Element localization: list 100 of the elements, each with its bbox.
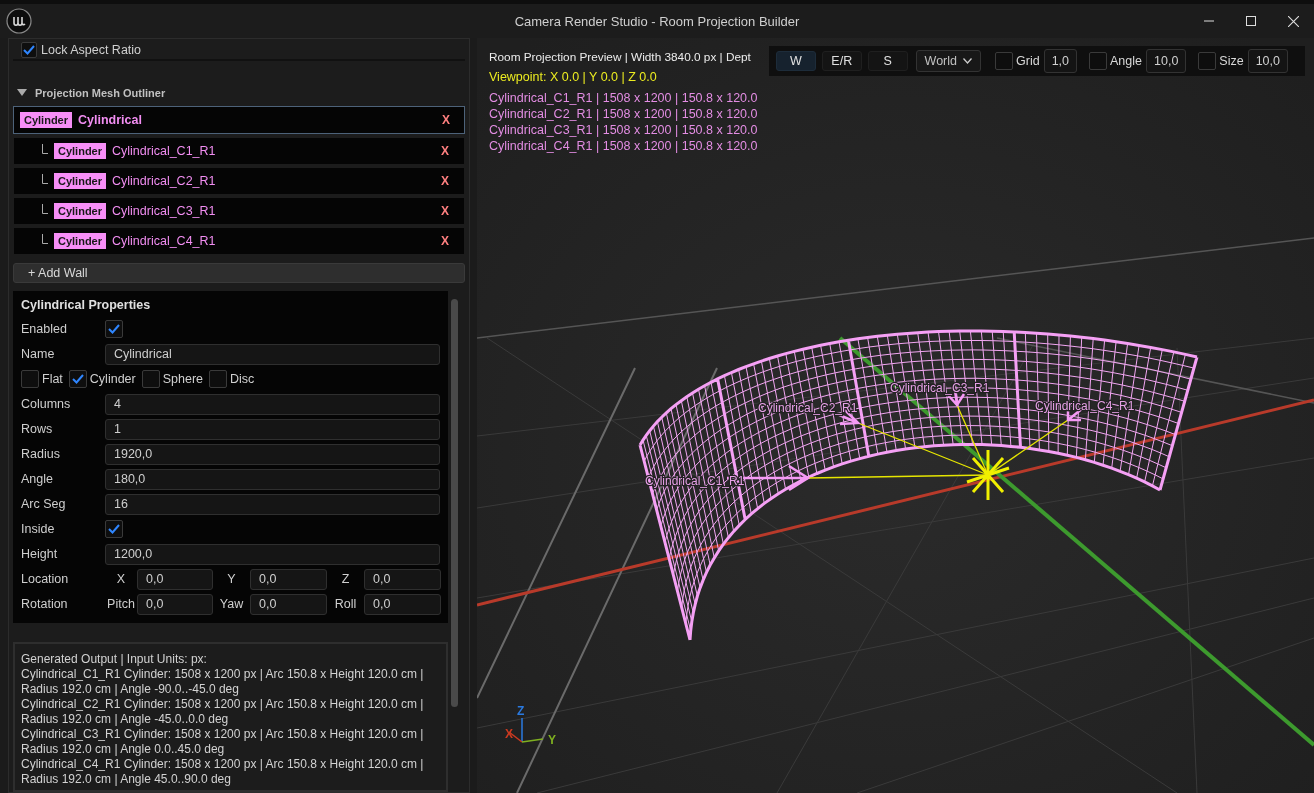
outliner-item[interactable]: Cylinder Cylindrical_C2_R1 X <box>14 167 464 194</box>
mode-button[interactable]: S <box>867 51 908 71</box>
checkbox[interactable] <box>995 52 1013 70</box>
item-name: Cylindrical_C3_R1 <box>112 203 216 218</box>
input-field[interactable]: 0,0 <box>250 593 327 615</box>
property-label: Inside <box>21 522 56 536</box>
tree-branch-icon <box>42 233 48 244</box>
input-field[interactable]: 0,0 <box>250 568 327 590</box>
type-badge: Cylinder <box>54 142 106 159</box>
input-field[interactable]: 1,0 <box>1043 49 1077 73</box>
space-dropdown[interactable]: World <box>915 50 981 72</box>
input-field[interactable]: 1200,0 <box>105 543 440 565</box>
delete-button[interactable]: X <box>442 112 450 127</box>
property-label: Columns <box>21 397 72 411</box>
property-label: Radius <box>21 447 61 461</box>
input-field[interactable]: 180,0 <box>105 468 440 490</box>
input-field[interactable]: 10,0 <box>1146 49 1187 73</box>
checkbox[interactable] <box>209 370 227 388</box>
window-title: Camera Render Studio - Room Projection Builder <box>514 13 800 29</box>
property-label: Enabled <box>21 322 68 336</box>
caret-icon[interactable] <box>17 88 27 97</box>
item-name: Cylindrical_C2_R1 <box>112 173 216 188</box>
output-line: Radius 192.0 cm | Angle 45.0..90.0 deg <box>21 772 232 787</box>
property-label: Angle <box>21 472 54 486</box>
checkbox-label: Cylinder <box>89 372 136 386</box>
input-field[interactable]: 4 <box>105 393 440 415</box>
delete-button[interactable]: X <box>441 143 449 158</box>
property-label: Rotation <box>21 597 69 611</box>
caret-icon <box>963 58 972 64</box>
outliner-item[interactable]: Cylinder Cylindrical_C4_R1 X <box>14 227 464 254</box>
checkbox[interactable] <box>1089 52 1107 70</box>
preview-info: Room Projection Preview | Width 3840.0 px | Dept <box>489 50 751 66</box>
mode-button[interactable]: W <box>776 51 816 71</box>
property-label: Rows <box>21 422 54 436</box>
close-icon[interactable] <box>1288 15 1299 27</box>
input-field[interactable]: 1920,0 <box>105 443 440 465</box>
axis-label: Z <box>517 704 525 718</box>
checkbox[interactable] <box>21 370 39 388</box>
input-field[interactable]: 0,0 <box>137 568 213 590</box>
input-field[interactable]: 0,0 <box>364 593 441 615</box>
input-field[interactable]: 0,0 <box>137 593 213 615</box>
property-label: Name <box>21 347 56 361</box>
logo-icon <box>6 8 32 34</box>
axis-label: Roll <box>333 597 358 611</box>
checkbox-label: Disc <box>230 372 255 386</box>
axis-label: Pitch <box>106 597 136 611</box>
checkbox-label: Flat <box>42 372 63 386</box>
input-field[interactable]: 10,0 <box>1247 49 1288 73</box>
panel-title: Cylindrical Properties <box>21 297 152 314</box>
item-name: Cylindrical_C1_R1 <box>112 143 216 158</box>
add-wall-button[interactable]: + Add Wall <box>13 262 465 283</box>
output-line: Radius 192.0 cm | Angle 0.0..45.0 deg <box>21 742 226 757</box>
checkbox[interactable] <box>1198 52 1217 70</box>
viewpoint-info: Viewpoint: X 0.0 | Y 0.0 | Z 0.0 <box>489 70 657 86</box>
type-badge: Cylinder <box>20 111 72 128</box>
output-line: Radius 192.0 cm | Angle -45.0..0.0 deg <box>21 712 230 727</box>
mesh-info: Cylindrical_C3_R1 | 1508 x 1200 | 150.8 x 120.0 <box>489 122 759 138</box>
section-title: Projection Mesh Outliner <box>35 86 166 99</box>
checkbox[interactable] <box>68 370 87 388</box>
type-badge: Cylinder <box>54 172 106 189</box>
outliner-item[interactable]: Cylinder Cylindrical_C3_R1 X <box>14 197 464 224</box>
delete-button[interactable]: X <box>441 173 449 188</box>
mesh-info: Cylindrical_C2_R1 | 1508 x 1200 | 150.8 x 120.0 <box>489 106 759 122</box>
checkbox-label: Angle <box>1110 54 1142 68</box>
outliner-item[interactable]: Cylinder Cylindrical X <box>13 105 465 134</box>
maximize-icon[interactable] <box>1246 16 1256 26</box>
checkbox-label: Grid <box>1016 54 1040 68</box>
outliner-item[interactable]: Cylinder Cylindrical_C1_R1 X <box>14 137 464 164</box>
output-line: Cylindrical_C2_R1 Cylinder: 1508 x 1200 px | Arc 150.8 x Height 120.0 cm | <box>21 697 425 712</box>
axis-label: X <box>115 572 127 586</box>
output-line: Cylindrical_C4_R1 Cylinder: 1508 x 1200 px | Arc 150.8 x Height 120.0 cm | <box>21 757 425 772</box>
delete-button[interactable]: X <box>441 203 449 218</box>
tree-branch-icon <box>42 203 48 214</box>
checkbox[interactable] <box>105 320 123 338</box>
input-field[interactable]: 16 <box>105 493 440 515</box>
axis-label: Y <box>226 572 237 586</box>
output-line: Cylindrical_C3_R1 Cylinder: 1508 x 1200 px | Arc 150.8 x Height 120.0 cm | <box>21 727 425 742</box>
item-name: Cylindrical_C4_R1 <box>112 233 216 248</box>
input-field[interactable]: 0,0 <box>364 568 441 590</box>
checkbox[interactable] <box>21 42 37 58</box>
mode-button[interactable]: E/R <box>821 51 862 71</box>
input-field[interactable]: Cylindrical <box>105 343 440 365</box>
checkbox-label: Lock Aspect Ratio <box>41 43 142 57</box>
output-line: Cylindrical_C1_R1 Cylinder: 1508 x 1200 px | Arc 150.8 x Height 120.0 cm | <box>21 667 425 682</box>
property-label: Height <box>21 547 59 561</box>
delete-button[interactable]: X <box>441 233 449 248</box>
output-line: Radius 192.0 cm | Angle -90.0..-45.0 deg <box>21 682 240 697</box>
checkbox-label: Sphere <box>162 372 203 386</box>
output-line: Generated Output | Input Units: px: <box>21 652 208 667</box>
item-name: Cylindrical <box>78 112 142 127</box>
property-label: Location <box>21 572 70 586</box>
scrollbar[interactable] <box>451 299 458 707</box>
tree-branch-icon <box>42 143 48 154</box>
axis-label: Yaw <box>218 597 245 611</box>
input-field[interactable]: 1 <box>105 418 440 440</box>
tree-branch-icon <box>42 173 48 184</box>
checkbox[interactable] <box>141 370 160 388</box>
checkbox[interactable] <box>105 520 123 538</box>
property-label: Arc Seg <box>21 497 67 511</box>
checkbox-label: Size <box>1219 54 1244 68</box>
